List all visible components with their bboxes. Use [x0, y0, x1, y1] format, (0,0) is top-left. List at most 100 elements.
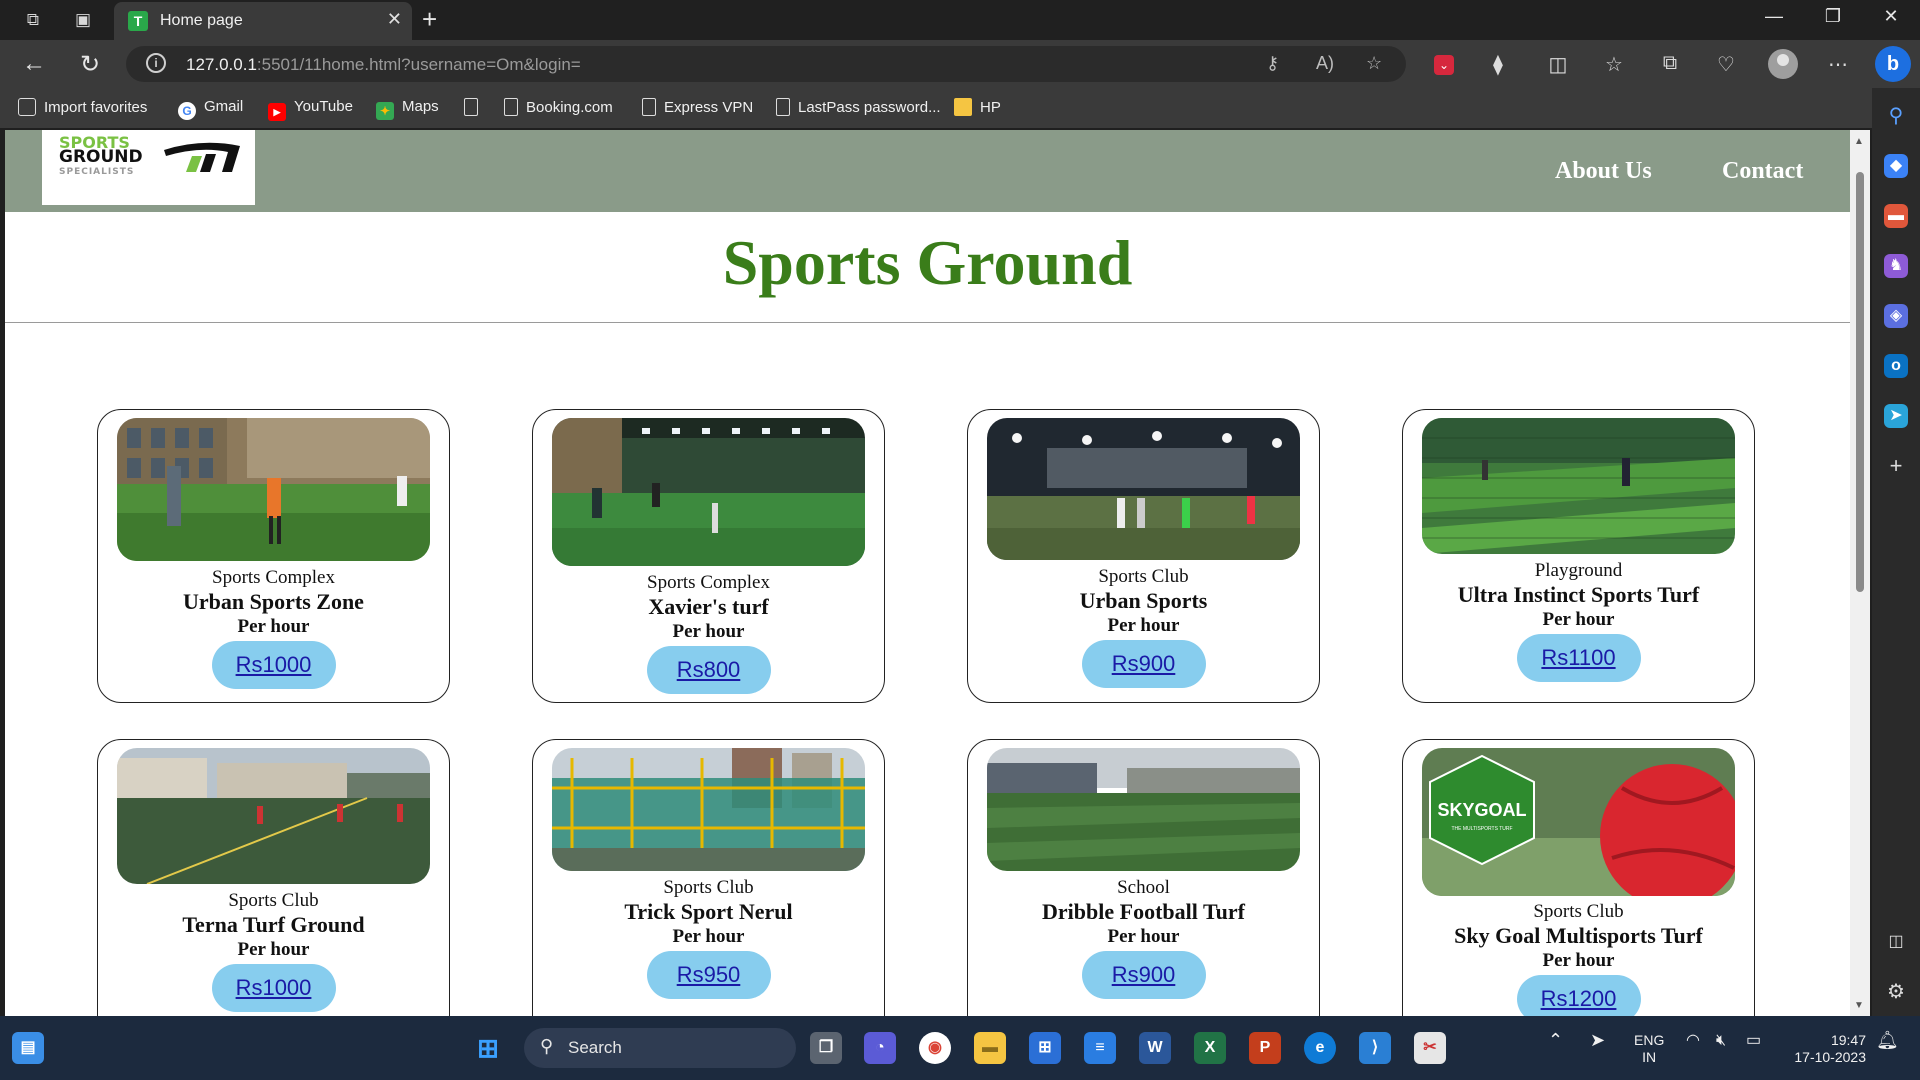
ground-card-xaviers-turf[interactable]: Sports Complex Xavier's turf Per hour Rs…: [532, 409, 885, 703]
back-icon[interactable]: ←: [16, 50, 52, 78]
ground-card-trick-sport-nerul[interactable]: Sports Club Trick Sport Nerul Per hour R…: [532, 739, 885, 1016]
task-view-icon[interactable]: ❐: [810, 1032, 842, 1064]
fav-booking[interactable]: Booking.com: [504, 98, 613, 116]
favorites-icon[interactable]: ☆: [1598, 52, 1630, 77]
word-icon[interactable]: W: [1139, 1032, 1171, 1064]
notifications-icon[interactable]: 🔔︎: [1876, 1031, 1899, 1049]
browser-essentials-icon[interactable]: ♡: [1710, 52, 1742, 77]
ground-photo: [117, 418, 430, 561]
powerpoint-icon[interactable]: P: [1249, 1032, 1281, 1064]
outlook-icon[interactable]: o: [1884, 354, 1908, 378]
more-menu-icon[interactable]: ⋯: [1822, 52, 1854, 77]
clock[interactable]: 19:47 17-10-2023: [1782, 1032, 1866, 1066]
fav-import-favorites[interactable]: Import favorites: [18, 98, 147, 116]
scroll-up-icon[interactable]: ▲: [1854, 136, 1864, 147]
hide-sidebar-icon[interactable]: ◫: [1884, 930, 1908, 954]
minimize-icon[interactable]: —: [1754, 6, 1794, 27]
tab-actions-icon[interactable]: ▣: [70, 8, 96, 32]
pocket-extension-icon[interactable]: ⌄: [1428, 52, 1460, 75]
workspaces-icon[interactable]: ⧉: [20, 8, 46, 32]
read-aloud-icon[interactable]: A): [1316, 53, 1334, 74]
ground-photo: [552, 748, 865, 871]
fav-lastpass[interactable]: LastPass password...: [776, 98, 941, 116]
ground-type: Sports Club: [663, 877, 754, 898]
vscode-icon[interactable]: ⟩: [1359, 1032, 1391, 1064]
snipping-tool-icon[interactable]: ✂: [1414, 1032, 1446, 1064]
tab-home-page[interactable]: T Home page ✕: [114, 2, 412, 40]
fav-hp-folder[interactable]: HP: [954, 98, 1001, 116]
search-icon[interactable]: ⚲: [1884, 104, 1908, 128]
close-window-icon[interactable]: ✕: [1871, 6, 1911, 27]
ground-card-urban-sports[interactable]: Sports Club Urban Sports Per hour Rs900: [967, 409, 1320, 703]
microsoft-365-icon[interactable]: ◈: [1884, 304, 1908, 328]
split-screen-icon[interactable]: ◫: [1542, 52, 1574, 77]
profile-avatar[interactable]: [1768, 49, 1798, 79]
browser-tab-strip: ⧉ ▣ T Home page ✕ + — ❐ ✕: [0, 0, 1920, 40]
add-sidebar-icon[interactable]: +: [1884, 454, 1908, 478]
sidebar-settings-icon[interactable]: ⚙: [1884, 980, 1908, 1004]
volume-muted-icon[interactable]: 🔇︎: [1716, 1032, 1726, 1049]
edge-icon[interactable]: e: [1304, 1032, 1336, 1064]
scroll-thumb[interactable]: [1856, 172, 1864, 592]
price-button[interactable]: Rs1200: [1516, 975, 1641, 1016]
key-icon[interactable]: ⚷: [1266, 53, 1279, 74]
ground-type: Sports Complex: [647, 572, 770, 593]
extensions-icon[interactable]: ⧫: [1482, 52, 1514, 77]
ground-type: School: [1117, 877, 1170, 898]
refresh-icon[interactable]: ↻: [72, 50, 108, 79]
nav-about-us[interactable]: About Us: [1555, 158, 1652, 185]
ground-card-terna-turf[interactable]: Sports Club Terna Turf Ground Per hour R…: [97, 739, 450, 1016]
taskbar-search[interactable]: ⚲ Search: [524, 1028, 796, 1068]
price-button[interactable]: Rs1000: [211, 964, 336, 1012]
price-button[interactable]: Rs1100: [1516, 634, 1641, 682]
site-header: SPORTS GROUND SPECIALISTS About Us Conta…: [5, 130, 1850, 212]
widgets-icon[interactable]: ▤: [12, 1032, 44, 1064]
ground-card-sky-goal[interactable]: SKYGOAL THE MULTISPORTS TURF Sports Club…: [1402, 739, 1755, 1016]
close-tab-icon[interactable]: ✕: [387, 9, 402, 30]
start-icon[interactable]: ⊞: [472, 1032, 504, 1064]
teams-chat-icon[interactable]: ◔: [864, 1032, 896, 1064]
notepad-icon[interactable]: ≡: [1084, 1032, 1116, 1064]
drop-send-icon[interactable]: ➤: [1884, 404, 1908, 428]
fav-page[interactable]: [464, 98, 486, 116]
file-explorer-icon[interactable]: ▬: [974, 1032, 1006, 1064]
chrome-icon[interactable]: ◉: [919, 1032, 951, 1064]
url-host: 127.0.0.1: [186, 55, 257, 74]
shopping-tag-icon[interactable]: ◆: [1884, 154, 1908, 178]
price-button[interactable]: Rs900: [1081, 951, 1206, 999]
new-tab-icon[interactable]: +: [422, 4, 437, 35]
tools-briefcase-icon[interactable]: ▬: [1884, 204, 1908, 228]
ground-card-urban-sports-zone[interactable]: Sports Complex Urban Sports Zone Per hou…: [97, 409, 450, 703]
address-bar[interactable]: i 127.0.0.1:5501/11home.html?username=Om…: [126, 46, 1406, 82]
title-divider: [5, 322, 1850, 323]
fav-gmail[interactable]: G Gmail: [178, 98, 243, 120]
restore-icon[interactable]: ❐: [1813, 6, 1853, 27]
store-icon[interactable]: ⊞: [1029, 1032, 1061, 1064]
fav-youtube[interactable]: ▶ YouTube: [268, 98, 353, 121]
games-icon[interactable]: ♞: [1884, 254, 1908, 278]
ground-card-ultra-instinct[interactable]: Playground Ultra Instinct Sports Turf Pe…: [1402, 409, 1755, 703]
price-unit: Per hour: [1542, 950, 1615, 971]
battery-icon[interactable]: ▭: [1746, 1032, 1761, 1049]
price-button[interactable]: Rs800: [646, 646, 771, 694]
excel-icon[interactable]: X: [1194, 1032, 1226, 1064]
wifi-icon[interactable]: ◠: [1686, 1032, 1700, 1049]
price-button[interactable]: Rs1000: [211, 641, 336, 689]
location-icon[interactable]: ➤: [1590, 1031, 1605, 1049]
bing-copilot-icon[interactable]: b: [1875, 46, 1911, 82]
ground-card-dribble-football[interactable]: School Dribble Football Turf Per hour Rs…: [967, 739, 1320, 1016]
price-button[interactable]: Rs950: [646, 951, 771, 999]
site-info-icon[interactable]: i: [146, 53, 166, 73]
fav-maps[interactable]: ✦ Maps: [376, 98, 439, 120]
site-logo[interactable]: SPORTS GROUND SPECIALISTS: [42, 130, 255, 205]
favorite-star-icon[interactable]: ☆: [1366, 53, 1382, 74]
page-scrollbar[interactable]: ▲ ▼: [1850, 130, 1870, 1016]
scroll-down-icon[interactable]: ▼: [1854, 1000, 1864, 1011]
fav-express-vpn[interactable]: Express VPN: [642, 98, 753, 116]
collections-icon[interactable]: ⧉: [1654, 52, 1686, 75]
price-button[interactable]: Rs900: [1081, 640, 1206, 688]
address-url[interactable]: 127.0.0.1:5501/11home.html?username=Om&l…: [186, 55, 581, 75]
nav-contact[interactable]: Contact: [1722, 158, 1803, 185]
language-indicator[interactable]: ENG IN: [1634, 1032, 1664, 1066]
tray-overflow-icon[interactable]: ⌃: [1548, 1031, 1563, 1049]
